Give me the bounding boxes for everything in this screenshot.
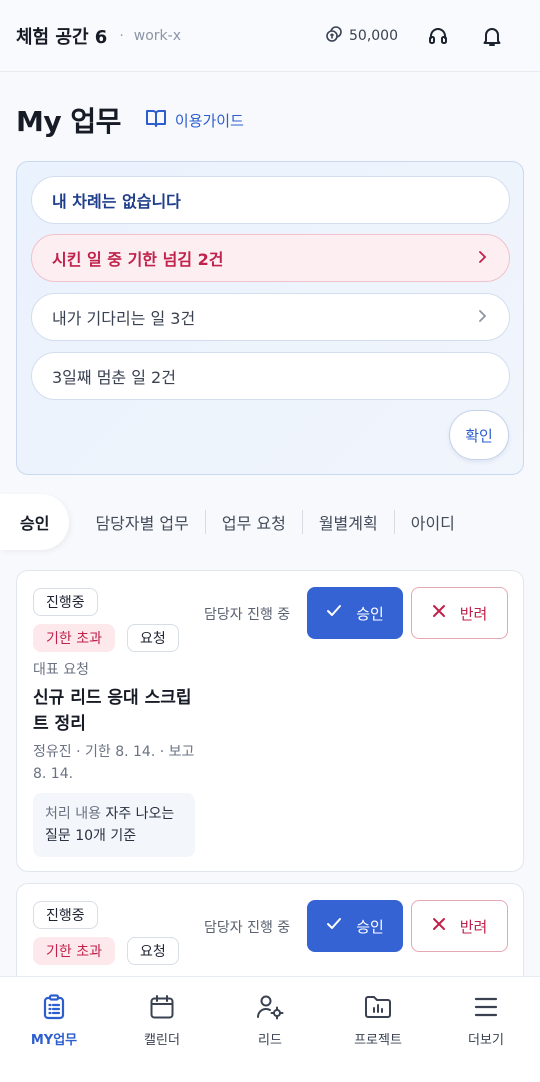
process-note-label: 처리 내용 [45, 806, 101, 822]
summary-my-turn: 내 차례는 없습니다 [31, 176, 510, 224]
overdue-badge: 기한 초과 [33, 624, 115, 652]
page-title: My 업무 [16, 105, 121, 138]
approve-button[interactable]: 승인 [307, 587, 403, 639]
workspace-title[interactable]: 체험 공간 6 [16, 23, 107, 49]
nav-more[interactable]: 더보기 [432, 993, 540, 1048]
page-header: My 업무 이용가이드 [16, 100, 244, 140]
chevron-right-icon [477, 307, 489, 328]
check-icon [326, 604, 342, 622]
summary-overdue-assigned[interactable]: 시킨 일 중 기한 넘김 2건 [31, 234, 510, 282]
usage-guide-link[interactable]: 이용가이드 [145, 108, 244, 132]
approve-label: 승인 [356, 917, 384, 936]
request-kind-label: 대표 요청 [33, 662, 89, 678]
owner-status-text: 담당자 진행 중 [204, 920, 291, 936]
status-badge: 진행중 [33, 901, 98, 929]
type-badge: 요청 [127, 937, 179, 965]
confirm-button[interactable]: 확인 [449, 410, 509, 460]
user-gear-icon [256, 993, 284, 1021]
tab-work-request[interactable]: 업무 요청 [206, 494, 302, 550]
separator-dot: · [119, 27, 124, 44]
summary-label: 3일째 멈춘 일 2건 [52, 368, 176, 387]
clipboard-icon [40, 993, 68, 1021]
reject-label: 반려 [459, 604, 488, 623]
approve-button[interactable]: 승인 [307, 900, 403, 952]
type-badge: 요청 [127, 624, 179, 652]
overdue-badge: 기한 초과 [33, 937, 115, 965]
nav-label: MY업무 [30, 1033, 78, 1048]
close-icon [432, 604, 446, 622]
nav-label: 프로젝트 [354, 1033, 402, 1048]
credits-balance[interactable]: 50,000 [325, 25, 398, 47]
summary-label: 시킨 일 중 기한 넘김 2건 [52, 250, 224, 269]
check-icon [326, 917, 342, 935]
task-meta: 정유진 · 기한 8. 14. · 보고 8. 14. [33, 744, 195, 782]
close-icon [432, 917, 446, 935]
task-title[interactable]: 신규 리드 응대 스크립트 정리 [33, 685, 203, 737]
approve-label: 승인 [356, 604, 384, 623]
process-note: 처리 내용 자주 나오는 질문 10개 기준 [33, 793, 195, 857]
reject-button[interactable]: 반려 [411, 900, 508, 952]
usage-guide-label: 이용가이드 [174, 111, 244, 130]
chevron-right-icon [477, 248, 489, 269]
summary-panel: 내 차례는 없습니다 시킨 일 중 기한 넘김 2건 내가 기다리는 일 3건 … [16, 161, 524, 475]
menu-icon [472, 993, 500, 1021]
task-card[interactable]: 진행중 기한 초과 요청 담당자 진행 중 승인 반려 대표 요청 신규 리드 … [16, 570, 524, 872]
summary-label: 내가 기다리는 일 3건 [52, 309, 196, 328]
tab-by-assignee[interactable]: 담당자별 업무 [79, 494, 204, 550]
coins-icon [325, 25, 343, 47]
nav-label: 리드 [258, 1033, 282, 1048]
summary-label: 내 차례는 없습니다 [52, 192, 181, 211]
nav-my-work[interactable]: MY업무 [0, 993, 108, 1048]
workspace-slug: work-x [133, 27, 181, 44]
summary-stalled: 3일째 멈춘 일 2건 [31, 352, 510, 400]
reject-button[interactable]: 반려 [411, 587, 508, 639]
tab-bar: 승인 담당자별 업무 업무 요청 월별계획 아이디 [0, 494, 540, 550]
bottom-nav: MY업무 캘린더 리드 프로젝트 더보기 [0, 976, 540, 1082]
status-badge: 진행중 [33, 588, 98, 616]
folder-chart-icon [364, 993, 392, 1021]
tab-ideas[interactable]: 아이디 [395, 494, 471, 550]
owner-status-text: 담당자 진행 중 [204, 607, 291, 623]
bell-icon[interactable] [480, 24, 504, 48]
summary-waiting[interactable]: 내가 기다리는 일 3건 [31, 293, 510, 341]
calendar-icon [148, 993, 176, 1021]
credits-value: 50,000 [349, 27, 398, 44]
tab-monthly-plan[interactable]: 월별계획 [303, 494, 394, 550]
nav-label: 캘린더 [144, 1033, 180, 1048]
book-icon [145, 108, 167, 132]
tab-approval[interactable]: 승인 [0, 494, 70, 550]
nav-calendar[interactable]: 캘린더 [108, 993, 216, 1048]
reject-label: 반려 [459, 917, 488, 936]
top-bar: 체험 공간 6 · work-x 50,000 [0, 0, 540, 72]
headset-icon[interactable] [426, 24, 450, 48]
nav-label: 더보기 [468, 1033, 504, 1048]
nav-leads[interactable]: 리드 [216, 993, 324, 1048]
nav-project[interactable]: 프로젝트 [324, 993, 432, 1048]
